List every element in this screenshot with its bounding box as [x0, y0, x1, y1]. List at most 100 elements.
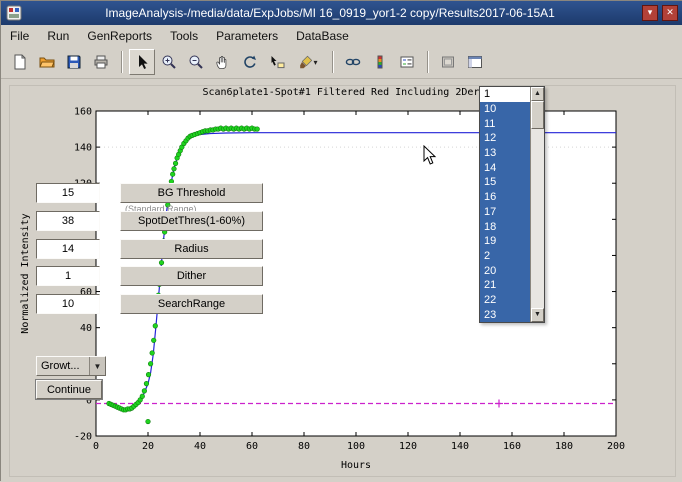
spotdetthres-label[interactable]: SpotDetThres(1-60%): [120, 211, 263, 231]
dropdown-item[interactable]: 23: [480, 307, 530, 322]
dither-input[interactable]: [36, 266, 100, 286]
menu-tools[interactable]: Tools: [161, 27, 207, 45]
toolbar-separator: [427, 51, 429, 73]
y-tick-label: -20: [74, 432, 92, 443]
dropdown-scrollbar[interactable]: ▲ ▼: [530, 87, 544, 322]
link-plots-button[interactable]: [340, 49, 366, 75]
zoom-in-icon: [161, 54, 177, 70]
bg-threshold-input[interactable]: [36, 183, 100, 203]
x-tick-label: 0: [93, 441, 99, 452]
link-plots-icon: [345, 54, 361, 70]
x-tick-label: 80: [298, 441, 310, 452]
data-cursor-button[interactable]: [264, 49, 290, 75]
dropdown-item[interactable]: 14: [480, 160, 530, 175]
zoom-out-button[interactable]: [183, 49, 209, 75]
toolbar: ▾: [1, 46, 682, 79]
dropdown-item[interactable]: 16: [480, 190, 530, 205]
spot-number-dropdown[interactable]: 110111213141516171819220212223 ▲ ▼: [479, 86, 545, 323]
zoom-out-icon: [188, 54, 204, 70]
scroll-down-icon[interactable]: ▼: [531, 308, 544, 322]
y-tick-label: 140: [74, 143, 92, 154]
window-title: ImageAnalysis-/media/data/ExpJobs/MI 16_…: [22, 6, 638, 20]
minimize-button[interactable]: ▾: [642, 5, 658, 21]
x-tick-label: 40: [194, 441, 206, 452]
growth-mode-dropdown[interactable]: Growt... ▼: [36, 356, 106, 376]
combo-arrow-icon: ▼: [89, 357, 105, 375]
dropdown-item[interactable]: 11: [480, 116, 530, 131]
x-axis-label: Hours: [341, 460, 371, 471]
dropdown-item[interactable]: 18: [480, 219, 530, 234]
dropdown-item[interactable]: 13: [480, 146, 530, 161]
bg-threshold-label[interactable]: BG Threshold: [120, 183, 263, 203]
hide-plot-tools-icon: [440, 54, 456, 70]
toolbar-separator: [332, 51, 334, 73]
insert-colorbar-button[interactable]: [367, 49, 393, 75]
show-plot-tools-icon: [467, 54, 483, 70]
scrollbar-thumb[interactable]: [531, 101, 544, 129]
x-tick-label: 100: [347, 441, 365, 452]
printer-icon: [93, 54, 109, 70]
menu-file[interactable]: File: [1, 27, 38, 45]
title-bar: ImageAnalysis-/media/data/ExpJobs/MI 16_…: [1, 1, 682, 25]
new-figure-icon: [12, 54, 28, 70]
x-tick-label: 120: [399, 441, 417, 452]
menu-parameters[interactable]: Parameters: [207, 27, 287, 45]
menu-database[interactable]: DataBase: [287, 27, 358, 45]
toolbar-separator: [121, 51, 123, 73]
dropdown-item[interactable]: 21: [480, 278, 530, 293]
data-cursor-icon: [269, 54, 285, 70]
radius-label[interactable]: Radius: [120, 239, 263, 259]
save-floppy-icon: [66, 54, 82, 70]
rotate-3d-button[interactable]: [237, 49, 263, 75]
show-plot-tools-button[interactable]: [462, 49, 488, 75]
brush-button[interactable]: ▾: [291, 49, 325, 75]
x-tick-label: 140: [451, 441, 469, 452]
radius-input[interactable]: [36, 239, 100, 259]
spotdetthres-input[interactable]: [36, 211, 100, 231]
dropdown-item[interactable]: 22: [480, 293, 530, 308]
brush-icon: [298, 54, 314, 70]
x-tick-label: 20: [142, 441, 154, 452]
dropdown-item[interactable]: 17: [480, 205, 530, 220]
hide-plot-tools-button[interactable]: [435, 49, 461, 75]
continue-button[interactable]: Continue: [36, 380, 102, 399]
dropdown-item[interactable]: 1: [480, 87, 530, 102]
figure-area: 020406080100120140160180200-200204060801…: [1, 79, 682, 482]
new-figure-button[interactable]: [7, 49, 33, 75]
dither-label[interactable]: Dither: [120, 266, 263, 286]
pointer-arrow-icon: [134, 54, 150, 70]
dropdown-item[interactable]: 12: [480, 131, 530, 146]
pointer-button[interactable]: [129, 49, 155, 75]
open-folder-icon: [39, 54, 55, 70]
print-figure-button[interactable]: [88, 49, 114, 75]
close-button[interactable]: ✕: [662, 5, 678, 21]
y-tick-label: 160: [74, 107, 92, 118]
pan-hand-icon: [215, 54, 231, 70]
dropdown-item[interactable]: 19: [480, 234, 530, 249]
dropdown-item[interactable]: 10: [480, 102, 530, 117]
y-axis-label: Normalized Intensity: [20, 213, 31, 333]
y-tick-label: 40: [80, 323, 92, 334]
searchrange-label[interactable]: SearchRange: [120, 294, 263, 314]
open-file-button[interactable]: [34, 49, 60, 75]
window-icon: [6, 5, 22, 21]
menu-genreports[interactable]: GenReports: [78, 27, 161, 45]
dropdown-item[interactable]: 20: [480, 263, 530, 278]
insert-colorbar-icon: [372, 54, 388, 70]
x-tick-label: 200: [607, 441, 625, 452]
searchrange-input[interactable]: [36, 294, 100, 314]
zoom-in-button[interactable]: [156, 49, 182, 75]
insert-legend-button[interactable]: [394, 49, 420, 75]
insert-legend-icon: [399, 54, 415, 70]
scroll-up-icon[interactable]: ▲: [531, 87, 544, 101]
scrollbar-track[interactable]: [531, 101, 544, 308]
dropdown-item[interactable]: 15: [480, 175, 530, 190]
x-tick-label: 60: [246, 441, 258, 452]
save-figure-button[interactable]: [61, 49, 87, 75]
menu-run[interactable]: Run: [38, 27, 78, 45]
pan-button[interactable]: [210, 49, 236, 75]
chart-title: Scan6plate1-Spot#1 Filtered Red Includin…: [202, 87, 509, 98]
dropdown-item[interactable]: 2: [480, 249, 530, 264]
x-tick-label: 180: [555, 441, 573, 452]
dropdown-item-list: 110111213141516171819220212223: [480, 87, 530, 322]
